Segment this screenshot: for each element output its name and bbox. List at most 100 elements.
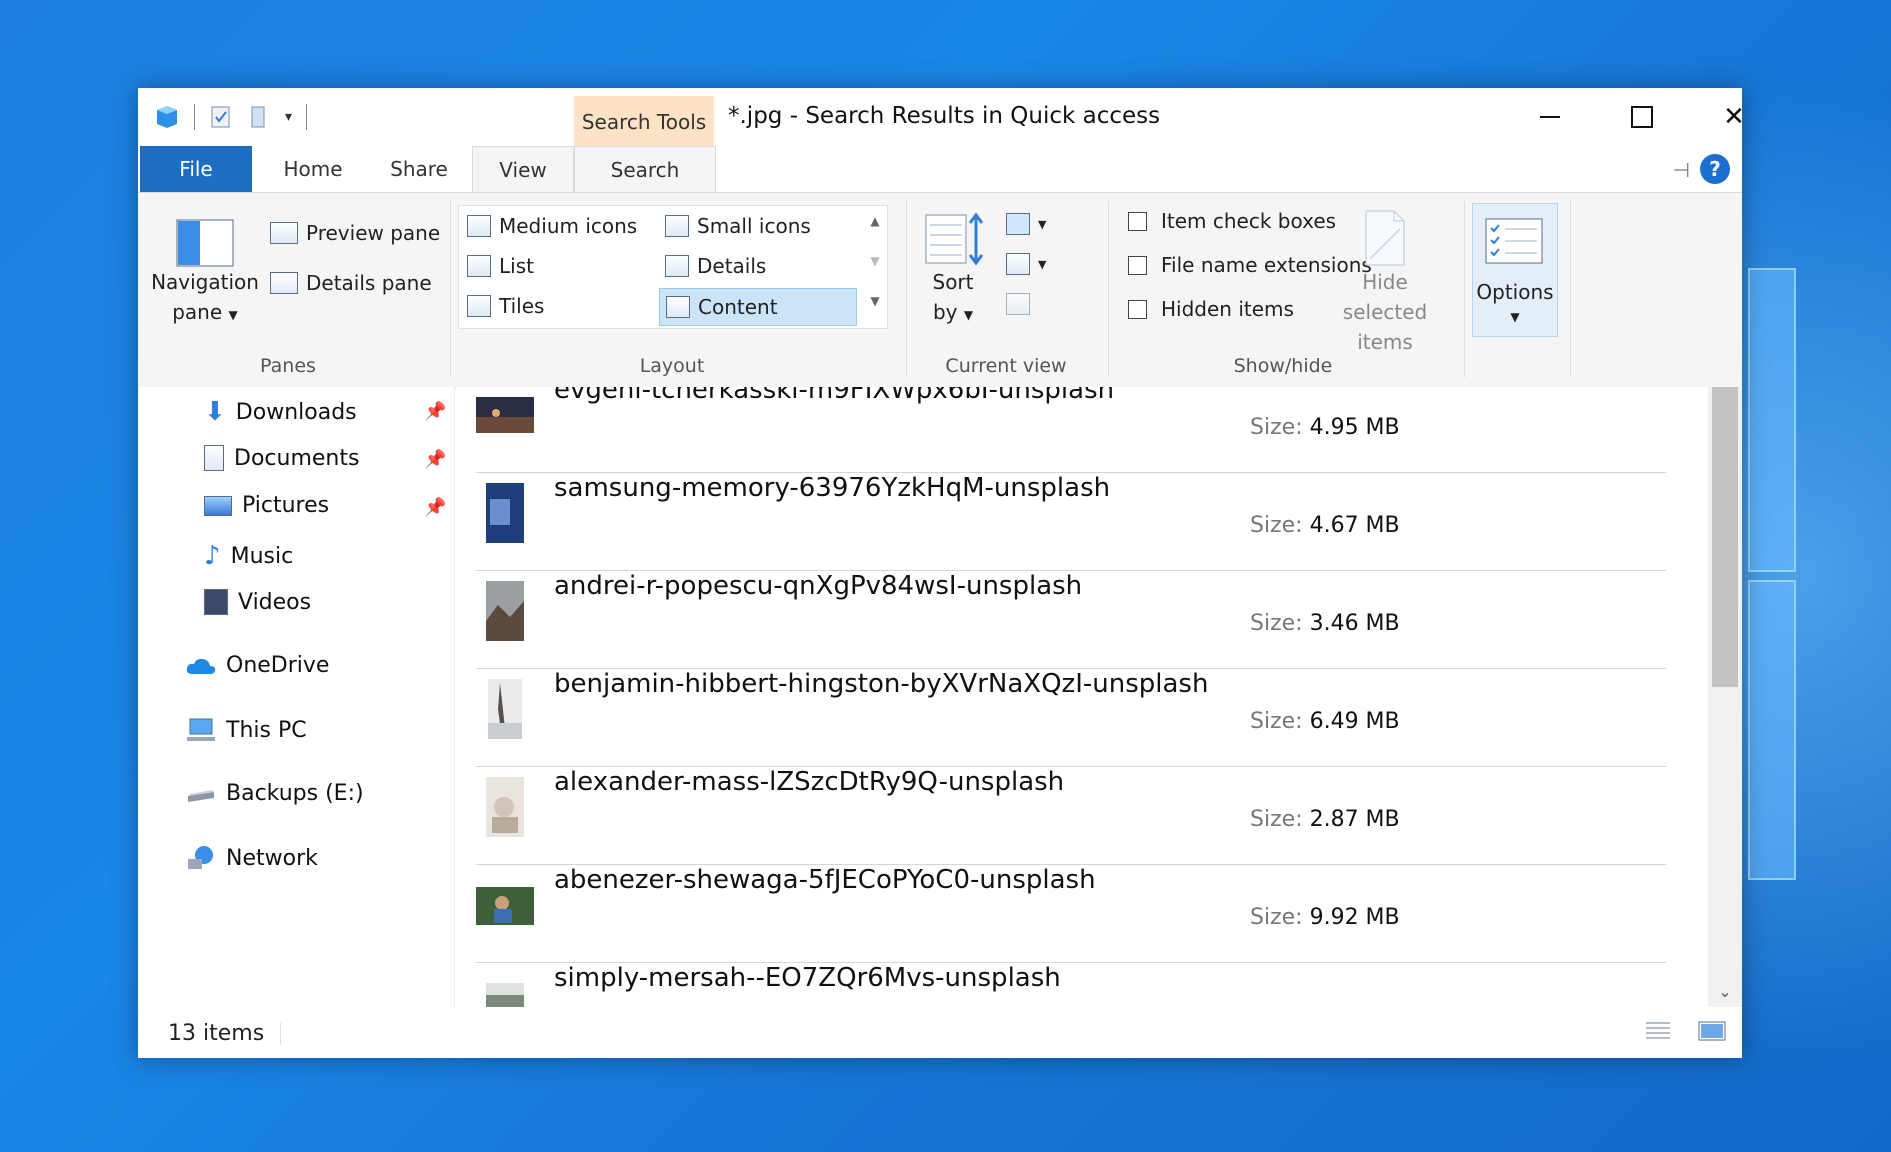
sort-by-icon[interactable] [924,211,984,267]
preview-pane-button[interactable]: Preview pane [270,221,440,245]
nav-item-videos[interactable]: Videos [204,589,311,615]
list-item[interactable]: samsung-memory-63976YzkHqM-unsplash Size… [476,473,1666,571]
layout-details[interactable]: Details [659,248,855,284]
layout-medium-icons-label: Medium icons [499,214,638,238]
nav-item-downloads[interactable]: ⬇ Downloads [204,397,357,427]
file-size-label: Size: [1250,807,1303,832]
maximize-button[interactable] [1596,88,1688,146]
add-columns-button[interactable]: ▼ [1006,253,1046,275]
size-columns-button[interactable] [1006,293,1030,315]
tab-share[interactable]: Share [374,146,464,192]
layout-gallery-scroll[interactable]: ▲ ▼ ▼ [863,206,887,328]
properties-icon[interactable] [209,104,233,130]
list-item[interactable]: benjamin-hibbert-hingston-byXVrNaXQzI-un… [476,669,1666,767]
nav-item-documents[interactable]: Documents [204,445,359,471]
sort-by-button[interactable]: Sort by ▼ [918,267,988,330]
file-size: Size: 9.92 MB [1250,905,1400,930]
scroll-down-icon[interactable]: ⌄ [1708,982,1742,1001]
vertical-scrollbar[interactable]: ⌄ [1708,387,1742,1007]
layout-content[interactable]: Content [659,288,857,326]
chevron-down-icon: ▼ [1510,310,1520,324]
search-results-list: evgeni-tcherkasski-m9FIXWpx6bI-unsplash … [456,387,1708,1007]
hide-selected-items-button[interactable]: Hide selected items [1318,267,1452,357]
nav-item-label: Network [226,845,318,871]
quick-access-toolbar: ▾ [154,102,308,132]
tab-view[interactable]: View [472,146,574,193]
scroll-down-icon[interactable]: ▼ [863,254,887,268]
nav-item-label: Backups (E:) [226,781,364,806]
list-item[interactable]: alexander-mass-lZSzcDtRy9Q-unsplash Size… [476,767,1666,865]
navigation-pane-icon[interactable] [176,219,234,267]
hide-selected-items-icon [1365,210,1405,266]
large-icons-view-icon[interactable] [1698,1019,1726,1043]
file-thumbnail [486,483,524,543]
file-size-value: 4.95 MB [1309,415,1400,440]
file-size-value: 2.87 MB [1309,807,1400,832]
layout-small-icons[interactable]: Small icons [659,208,855,244]
tab-home[interactable]: Home [268,146,358,192]
window-title: *.jpg - Search Results in Quick access [728,103,1161,129]
list-item[interactable]: evgeni-tcherkasski-m9FIXWpx6bI-unsplash … [476,387,1666,473]
nav-item-backups-drive[interactable]: Backups (E:) [186,781,364,806]
file-size-value: 4.67 MB [1309,513,1400,538]
expand-gallery-icon[interactable]: ▼ [863,294,887,308]
onedrive-icon [186,658,216,674]
item-check-boxes-toggle[interactable]: Item check boxes [1128,209,1336,233]
group-by-button[interactable]: ▼ [1006,213,1046,235]
layout-list[interactable]: List [461,248,657,284]
show-hide-group-label: Show/hide [1233,355,1333,377]
downloads-icon: ⬇ [204,397,226,427]
hidden-items-toggle[interactable]: Hidden items [1128,297,1294,321]
pane-splitter[interactable] [454,387,455,1007]
file-name: samsung-memory-63976YzkHqM-unsplash [554,473,1111,503]
layout-gallery: Medium icons Small icons List Details Ti… [458,205,888,329]
windows-logo-pane-bottom [1748,580,1796,880]
network-icon [188,846,213,869]
scroll-up-icon[interactable]: ▲ [863,214,887,228]
list-item[interactable]: andrei-r-popescu-qnXgPv84wsI-unsplash Si… [476,571,1666,669]
pin-icon[interactable]: 📌 [424,449,446,470]
scrollbar-thumb[interactable] [1712,387,1738,687]
nav-item-onedrive[interactable]: OneDrive [186,653,329,678]
file-name-extensions-checkbox[interactable] [1128,255,1147,275]
folder-app-icon[interactable] [154,104,180,130]
hidden-items-checkbox[interactable] [1128,299,1147,319]
nav-item-pictures[interactable]: Pictures [204,493,329,518]
options-button[interactable]: Options ▼ [1472,203,1558,337]
nav-item-this-pc[interactable]: This PC [186,717,307,743]
help-icon[interactable]: ? [1700,154,1730,184]
list-icon [467,255,491,277]
layout-medium-icons[interactable]: Medium icons [461,208,657,244]
minimize-button[interactable] [1504,88,1596,146]
chevron-down-icon: ▼ [228,308,238,322]
list-item[interactable]: simply-mersah--EO7ZQr6Mvs-unsplash [476,963,1666,1007]
pin-ribbon-icon[interactable]: ⊣ [1673,158,1690,182]
details-icon [665,255,689,277]
customize-toolbar-chevron-icon[interactable]: ▾ [285,109,292,125]
chevron-down-icon: ▼ [1038,257,1047,271]
item-count: 13 items [168,1021,265,1046]
title-bar: ▾ Search Tools *.jpg - Search Results in… [138,88,1745,148]
layout-small-icons-label: Small icons [697,214,811,238]
tab-file[interactable]: File [140,146,252,192]
pin-icon[interactable]: 📌 [424,497,446,518]
details-pane-label: Details pane [306,271,432,295]
status-bar: 13 items [138,1007,1742,1058]
this-pc-icon [187,718,215,741]
item-check-boxes-checkbox[interactable] [1128,211,1147,231]
nav-item-label: Pictures [242,493,330,518]
layout-tiles[interactable]: Tiles [461,288,657,324]
pin-icon[interactable]: 📌 [424,401,446,422]
navigation-pane-button[interactable]: Navigation pane ▼ [150,267,260,330]
list-item[interactable]: abenezer-shewaga-5fJECoPYoC0-unsplash Si… [476,865,1666,963]
file-name: simply-mersah--EO7ZQr6Mvs-unsplash [554,963,1061,993]
nav-item-network[interactable]: Network [186,845,318,871]
new-folder-icon[interactable] [247,104,271,130]
details-pane-button[interactable]: Details pane [270,271,432,295]
tab-search[interactable]: Search [574,146,716,193]
sort-by-label: Sort [932,270,974,294]
details-view-icon[interactable] [1644,1019,1672,1043]
file-size-label: Size: [1250,513,1303,538]
close-button[interactable]: ✕ [1688,88,1780,146]
nav-item-music[interactable]: ♪ Music [204,541,293,571]
